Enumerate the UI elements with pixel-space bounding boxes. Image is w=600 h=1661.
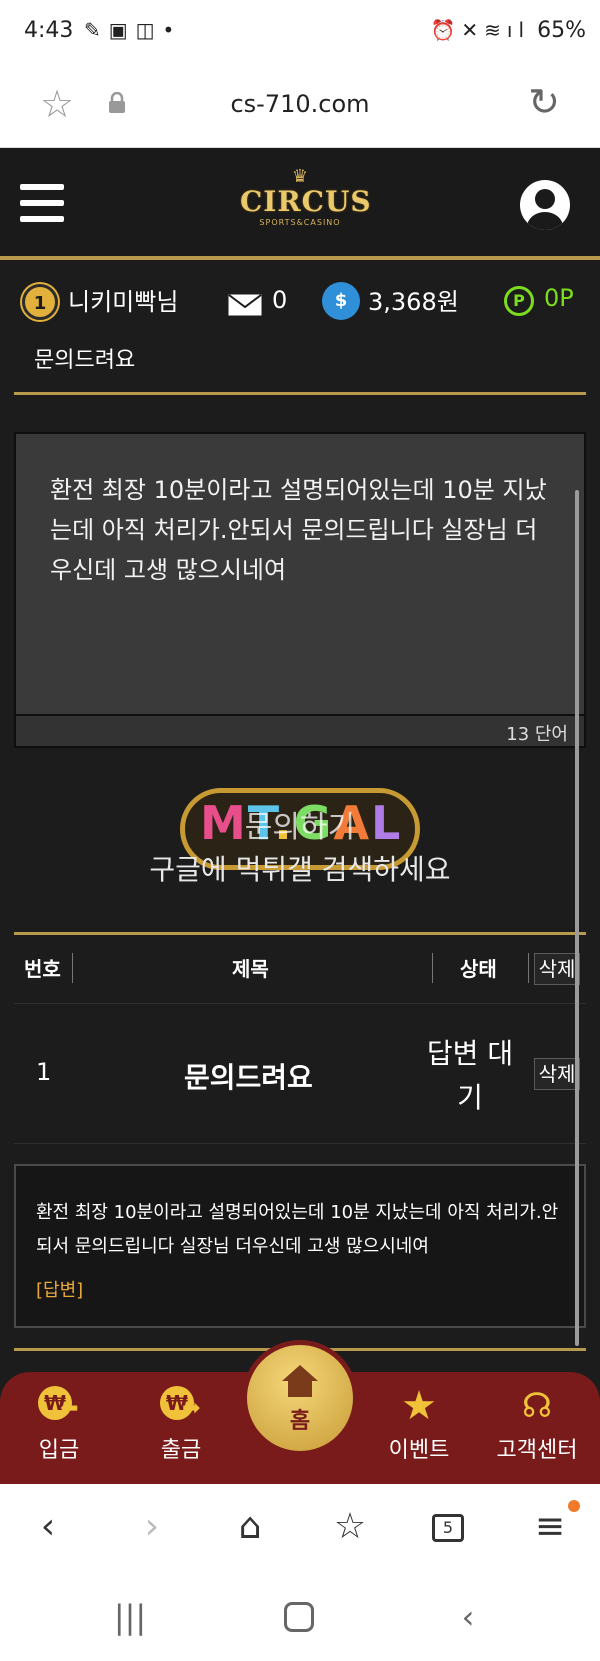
inquiry-detail-text: 환전 최장 10분이라고 설명되어있는데 10분 지났는데 아직 처리가.안되서…	[36, 1202, 559, 1257]
browser-toolbar: ‹ › ⌂ ☆ 5 ≡	[0, 1484, 600, 1574]
forward-icon[interactable]: ›	[122, 1506, 182, 1547]
url-text[interactable]: cs-710.com	[0, 90, 600, 118]
watermark: MT.GAL 문의하기 구글에 먹튀갤 검색하세요	[0, 780, 600, 900]
inquiry-detail: 환전 최장 10분이라고 설명되어있는데 10분 지났는데 아직 처리가.안되서…	[14, 1164, 586, 1328]
reload-icon[interactable]: ↻	[528, 80, 560, 124]
browser-url-bar: ☆ cs-710.com ↻	[0, 64, 600, 148]
site-header: ♛ CIRCUS SPORTS&CASINO	[0, 148, 600, 260]
headset-icon: ☊	[521, 1386, 553, 1426]
site-logo[interactable]: ♛ CIRCUS SPORTS&CASINO	[240, 166, 372, 244]
mail-icon[interactable]	[228, 294, 262, 316]
mail-count[interactable]: 0	[272, 286, 287, 314]
points-balance: 0P	[544, 284, 574, 312]
col-divider	[72, 953, 73, 983]
row-status: 답변 대기	[426, 1037, 514, 1114]
inquiry-button[interactable]: 문의하기	[0, 802, 600, 846]
nav-home-label: 홈	[289, 1409, 311, 1434]
menu-icon[interactable]	[20, 184, 64, 224]
nav-event[interactable]: ★ 이벤트	[364, 1386, 474, 1464]
status-notification-icons: ✎▣◫•	[84, 18, 183, 42]
col-divider	[528, 953, 529, 983]
level-badge-icon: 1	[22, 284, 58, 320]
nav-event-label: 이벤트	[388, 1438, 450, 1463]
word-count: 13 단어	[506, 724, 568, 745]
divider	[14, 392, 586, 395]
money-balance: 3,368원	[368, 288, 459, 316]
points-icon: P	[504, 286, 534, 316]
nav-support[interactable]: ☊ 고객센터	[482, 1386, 592, 1464]
user-info-bar: 1 니키미빡님 0 $ 3,368원 P 0P 문의드려요	[0, 264, 600, 394]
browser-menu-icon[interactable]: ≡	[520, 1506, 580, 1547]
nav-withdraw[interactable]: ₩ ➡ 출금	[126, 1386, 236, 1464]
user-avatar-icon[interactable]	[520, 180, 570, 230]
message-textarea[interactable]: 환전 최장 10분이라고 설명되어있는데 10분 지났는데 아직 처리가.안되서…	[14, 432, 586, 748]
message-body[interactable]: 환전 최장 10분이라고 설명되어있는데 10분 지났는데 아직 처리가.안되서…	[50, 470, 550, 590]
home-icon[interactable]: ⌂	[220, 1506, 280, 1547]
col-status: 상태	[460, 957, 497, 981]
row-subject[interactable]: 문의드려요	[184, 1056, 313, 1096]
col-divider	[432, 953, 433, 983]
status-bar: 4:43 ✎▣◫• ⏰✕≋ıl 65%	[0, 0, 600, 64]
tabs-icon[interactable]: 5	[432, 1514, 464, 1542]
battery-level: 65%	[537, 18, 586, 43]
home-icon	[282, 1365, 318, 1397]
delete-button[interactable]: 삭제	[534, 1058, 580, 1090]
deposit-icon: ₩ ⬅	[34, 1386, 84, 1426]
status-time: 4:43	[24, 18, 74, 43]
nav-withdraw-label: 출금	[160, 1438, 202, 1463]
withdraw-icon: ₩ ➡	[156, 1386, 206, 1426]
table-header: 번호 제목 상태 삭제	[14, 932, 586, 1004]
system-back-icon[interactable]: ‹	[438, 1598, 498, 1636]
nickname: 니키미빡님	[68, 288, 179, 316]
reply-label[interactable]: [답변]	[36, 1276, 83, 1302]
star-icon: ★	[401, 1383, 437, 1429]
recents-icon[interactable]: |||	[100, 1598, 160, 1636]
col-delete[interactable]: 삭제	[534, 953, 580, 985]
nav-home-button[interactable]: 홈	[242, 1340, 358, 1456]
crown-icon: ♛	[291, 166, 309, 187]
col-subject: 제목	[232, 957, 269, 981]
nav-support-label: 고객센터	[496, 1438, 578, 1463]
message-footer: 13 단어	[16, 714, 584, 746]
system-nav-bar: ||| ‹	[0, 1574, 600, 1661]
money-bag-icon: $	[322, 282, 360, 320]
table-row[interactable]: 1 문의드려요 답변 대기 삭제	[14, 1004, 586, 1144]
row-number: 1	[36, 1058, 52, 1086]
page-title: 문의드려요	[34, 348, 136, 373]
col-number: 번호	[24, 957, 61, 981]
status-system-icons: ⏰✕≋ıl	[430, 18, 530, 42]
back-icon[interactable]: ‹	[18, 1506, 78, 1547]
logo-subtitle: SPORTS&CASINO	[259, 218, 341, 227]
inquiry-table: 번호 제목 상태 삭제 1 문의드려요 답변 대기 삭제	[14, 932, 586, 1144]
watermark-caption: 구글에 먹튀갤 검색하세요	[149, 853, 451, 886]
system-home-icon[interactable]	[284, 1602, 314, 1632]
logo-text: CIRCUS	[240, 185, 372, 218]
notification-dot	[568, 1500, 580, 1512]
nav-deposit[interactable]: ₩ ⬅ 입금	[4, 1386, 114, 1464]
bookmarks-icon[interactable]: ☆	[320, 1506, 380, 1547]
scrollbar[interactable]	[575, 490, 579, 1346]
nav-deposit-label: 입금	[38, 1438, 80, 1463]
